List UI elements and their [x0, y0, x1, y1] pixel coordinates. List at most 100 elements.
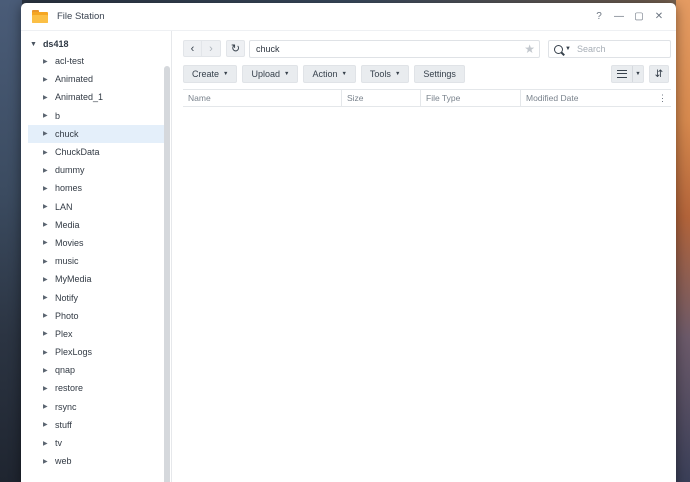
expand-arrow-icon[interactable]: ▶	[43, 94, 48, 101]
tree-root-label: ds418	[42, 39, 69, 49]
upload-button[interactable]: Upload ▼	[242, 65, 299, 83]
sidebar-item-label: homes	[55, 183, 83, 194]
sidebar-item-label: stuff	[55, 419, 72, 430]
sidebar-item-animated[interactable]: ▶ Animated	[28, 70, 164, 88]
help-button[interactable]: ?	[592, 10, 606, 24]
forward-button[interactable]: ›	[202, 40, 221, 57]
view-mode-button[interactable]: ▼	[611, 65, 644, 83]
expand-arrow-icon[interactable]: ▶	[43, 349, 48, 356]
refresh-button[interactable]: ↻	[226, 40, 245, 57]
sidebar-item-lan[interactable]: ▶ LAN	[28, 198, 164, 216]
favorite-star-icon[interactable]: ★	[524, 42, 535, 56]
sidebar-item-restore[interactable]: ▶ restore	[28, 379, 164, 397]
sidebar-item-tv[interactable]: ▶ tv	[28, 434, 164, 452]
column-menu-icon[interactable]: ⋮	[658, 93, 671, 104]
expand-arrow-icon[interactable]: ▶	[43, 167, 48, 174]
search-placeholder: Search	[576, 44, 606, 54]
title-bar[interactable]: File Station ? — ▢ ✕	[21, 3, 676, 31]
search-dropdown-icon[interactable]: ▼	[565, 46, 571, 52]
path-input[interactable]: chuck ★	[249, 40, 540, 58]
expand-arrow-icon[interactable]: ▶	[43, 421, 48, 428]
caret-down-icon[interactable]: ▼	[30, 41, 37, 48]
sidebar-item-chuckdata[interactable]: ▶ ChuckData	[28, 143, 164, 161]
sidebar-item-web[interactable]: ▶ web	[28, 452, 164, 470]
sidebar-item-stuff[interactable]: ▶ stuff	[28, 416, 164, 434]
sidebar-item-label: Notify	[55, 292, 79, 303]
sidebar-item-homes[interactable]: ▶ homes	[28, 179, 164, 197]
sidebar-item-movies[interactable]: ▶ Movies	[28, 234, 164, 252]
expand-arrow-icon[interactable]: ▶	[43, 312, 48, 319]
sidebar-item-label: b	[55, 110, 61, 121]
expand-arrow-icon[interactable]: ▶	[43, 458, 48, 465]
file-list-header: Name Size File Type Modified Date ⋮	[183, 89, 671, 107]
expand-arrow-icon[interactable]: ▶	[43, 239, 48, 246]
expand-arrow-icon[interactable]: ▶	[43, 221, 48, 228]
settings-button[interactable]: Settings	[414, 65, 465, 83]
sidebar-item-qnap[interactable]: ▶ qnap	[28, 361, 164, 379]
back-button[interactable]: ‹	[183, 40, 202, 57]
sidebar-item-label: Animated_1	[55, 92, 104, 103]
search-icon[interactable]	[554, 44, 563, 54]
sidebar-item-label: music	[55, 256, 79, 267]
sidebar-item-label: chuck	[55, 128, 79, 139]
sidebar-item-animated-1[interactable]: ▶ Animated_1	[28, 88, 164, 106]
tools-button[interactable]: Tools ▼	[360, 65, 410, 83]
expand-arrow-icon[interactable]: ▶	[43, 185, 48, 192]
sidebar-item-notify[interactable]: ▶ Notify	[28, 288, 164, 306]
sidebar-item-chuck[interactable]: ▶ chuck	[28, 124, 164, 143]
sort-button[interactable]: ⇵	[649, 65, 669, 83]
sidebar-item-plex[interactable]: ▶ Plex	[28, 325, 164, 343]
search-input[interactable]: ▼ Search	[548, 40, 671, 58]
expand-arrow-icon[interactable]: ▶	[43, 76, 48, 83]
sidebar-item-music[interactable]: ▶ music	[28, 252, 164, 270]
expand-arrow-icon[interactable]: ▶	[43, 112, 48, 119]
sidebar-item-photo[interactable]: ▶ Photo	[28, 307, 164, 325]
window-title: File Station	[57, 11, 105, 22]
expand-arrow-icon[interactable]: ▶	[43, 403, 48, 410]
expand-arrow-icon[interactable]: ▶	[43, 367, 48, 374]
expand-arrow-icon[interactable]: ▶	[43, 58, 48, 65]
sidebar-item-label: LAN	[55, 201, 73, 212]
expand-arrow-icon[interactable]: ▶	[43, 203, 48, 210]
folder-tree-sidebar: ▼ ds418 ▶ acl-test ▶ Animated ▶ Animated_1 ▶ b ▶…	[21, 31, 171, 482]
tree-root-ds418[interactable]: ▼ ds418	[30, 39, 68, 49]
action-button[interactable]: Action ▼	[303, 65, 356, 83]
close-button[interactable]: ✕	[652, 10, 666, 24]
sidebar-item-label: tv	[55, 438, 63, 449]
expand-arrow-icon[interactable]: ▶	[43, 440, 48, 447]
minimize-button[interactable]: —	[612, 10, 626, 24]
expand-arrow-icon[interactable]: ▶	[43, 385, 48, 392]
desktop-background-left	[0, 0, 22, 482]
sort-icon: ⇵	[654, 68, 664, 80]
sidebar-item-b[interactable]: ▶ b	[28, 107, 164, 125]
expand-arrow-icon[interactable]: ▶	[43, 258, 48, 265]
sidebar-scrollbar[interactable]	[164, 66, 170, 482]
column-size[interactable]: Size	[342, 90, 421, 106]
view-mode-dropdown-icon[interactable]: ▼	[632, 66, 643, 82]
sidebar-item-label: Animated	[55, 74, 94, 85]
sidebar-item-dummy[interactable]: ▶ dummy	[28, 161, 164, 179]
create-button[interactable]: Create ▼	[183, 65, 238, 83]
expand-arrow-icon[interactable]: ▶	[43, 294, 48, 301]
column-file-type[interactable]: File Type	[421, 90, 521, 106]
sidebar-item-label: rsync	[55, 401, 77, 412]
folder-icon	[32, 10, 48, 23]
sidebar-item-rsync[interactable]: ▶ rsync	[28, 398, 164, 416]
sidebar-item-plexlogs[interactable]: ▶ PlexLogs	[28, 343, 164, 361]
sidebar-item-label: ChuckData	[55, 147, 100, 158]
sidebar-item-media[interactable]: ▶ Media	[28, 216, 164, 234]
sidebar-item-label: web	[55, 456, 72, 467]
column-modified-date-label: Modified Date	[526, 93, 579, 103]
sidebar-item-acl-test[interactable]: ▶ acl-test	[28, 52, 164, 70]
expand-arrow-icon[interactable]: ▶	[43, 330, 48, 337]
sidebar-item-label: Photo	[55, 310, 79, 321]
expand-arrow-icon[interactable]: ▶	[43, 130, 48, 137]
expand-arrow-icon[interactable]: ▶	[43, 149, 48, 156]
maximize-button[interactable]: ▢	[632, 10, 646, 24]
sidebar-item-mymedia[interactable]: ▶ MyMedia	[28, 270, 164, 288]
expand-arrow-icon[interactable]: ▶	[43, 276, 48, 283]
column-modified-date[interactable]: Modified Date ⋮	[521, 90, 671, 106]
path-value: chuck	[256, 44, 280, 54]
column-name[interactable]: Name	[183, 90, 342, 106]
sidebar-item-label: restore	[55, 383, 84, 394]
